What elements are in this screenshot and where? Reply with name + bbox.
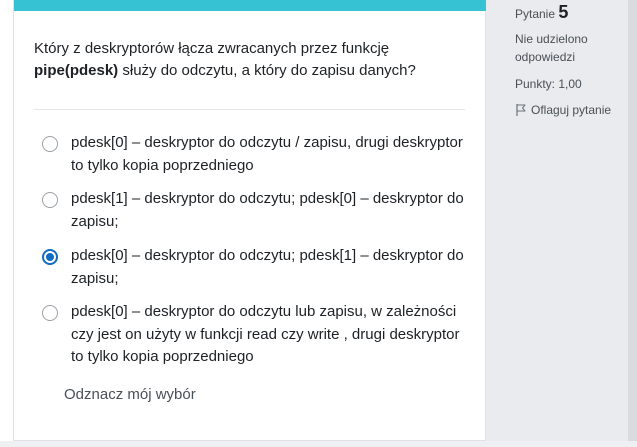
answer-radio-1[interactable] (42, 136, 58, 152)
question-divider (34, 109, 465, 110)
page-bottom-strip (0, 441, 637, 447)
question-number-label: Pytanie (515, 7, 556, 21)
question-accent-bar (14, 0, 486, 11)
page-scroll-edge (628, 0, 637, 447)
answer-radio-2[interactable] (42, 192, 58, 208)
flag-question-button[interactable]: Oflaguj pytanie (515, 101, 611, 119)
question-text-bold: pipe(pdesk) (34, 62, 119, 79)
answer-label-3[interactable]: pdesk[0] – deskryptor do odczytu; pdesk[… (71, 245, 467, 290)
answer-radio-4[interactable] (42, 305, 58, 321)
question-text-part1: Który z deskryptorów łącza zwracanych pr… (34, 40, 390, 57)
question-text-part2: służy do odczytu, a który do zapisu dany… (118, 62, 416, 79)
answer-option-1[interactable]: pdesk[0] – deskryptor do odczytu / zapis… (42, 132, 467, 177)
question-card: Który z deskryptorów łącza zwracanych pr… (13, 0, 486, 441)
answer-label-2[interactable]: pdesk[1] – deskryptor do odczytu; pdesk[… (71, 188, 467, 233)
flag-icon (515, 103, 527, 117)
answer-radio-3[interactable] (42, 249, 58, 265)
answer-option-2[interactable]: pdesk[1] – deskryptor do odczytu; pdesk[… (42, 188, 467, 233)
question-info-panel: Pytanie 5 Nie udzielono odpowiedzi Punkt… (486, 0, 628, 441)
answer-label-1[interactable]: pdesk[0] – deskryptor do odczytu / zapis… (71, 132, 467, 177)
question-points: Punkty: 1,00 (515, 77, 582, 91)
question-status: Nie udzielono odpowiedzi (515, 32, 588, 64)
answer-option-4[interactable]: pdesk[0] – deskryptor do odczytu lub zap… (42, 301, 467, 369)
question-text: Który z deskryptorów łącza zwracanych pr… (34, 38, 474, 82)
answer-label-4[interactable]: pdesk[0] – deskryptor do odczytu lub zap… (71, 301, 467, 369)
answer-option-3[interactable]: pdesk[0] – deskryptor do odczytu; pdesk[… (42, 245, 467, 290)
flag-question-label[interactable]: Oflaguj pytanie (531, 101, 611, 119)
question-number-row: Pytanie 5 (515, 3, 568, 23)
clear-choice-link[interactable]: Odznacz mój wybór (64, 386, 196, 403)
question-number: 5 (558, 2, 569, 22)
